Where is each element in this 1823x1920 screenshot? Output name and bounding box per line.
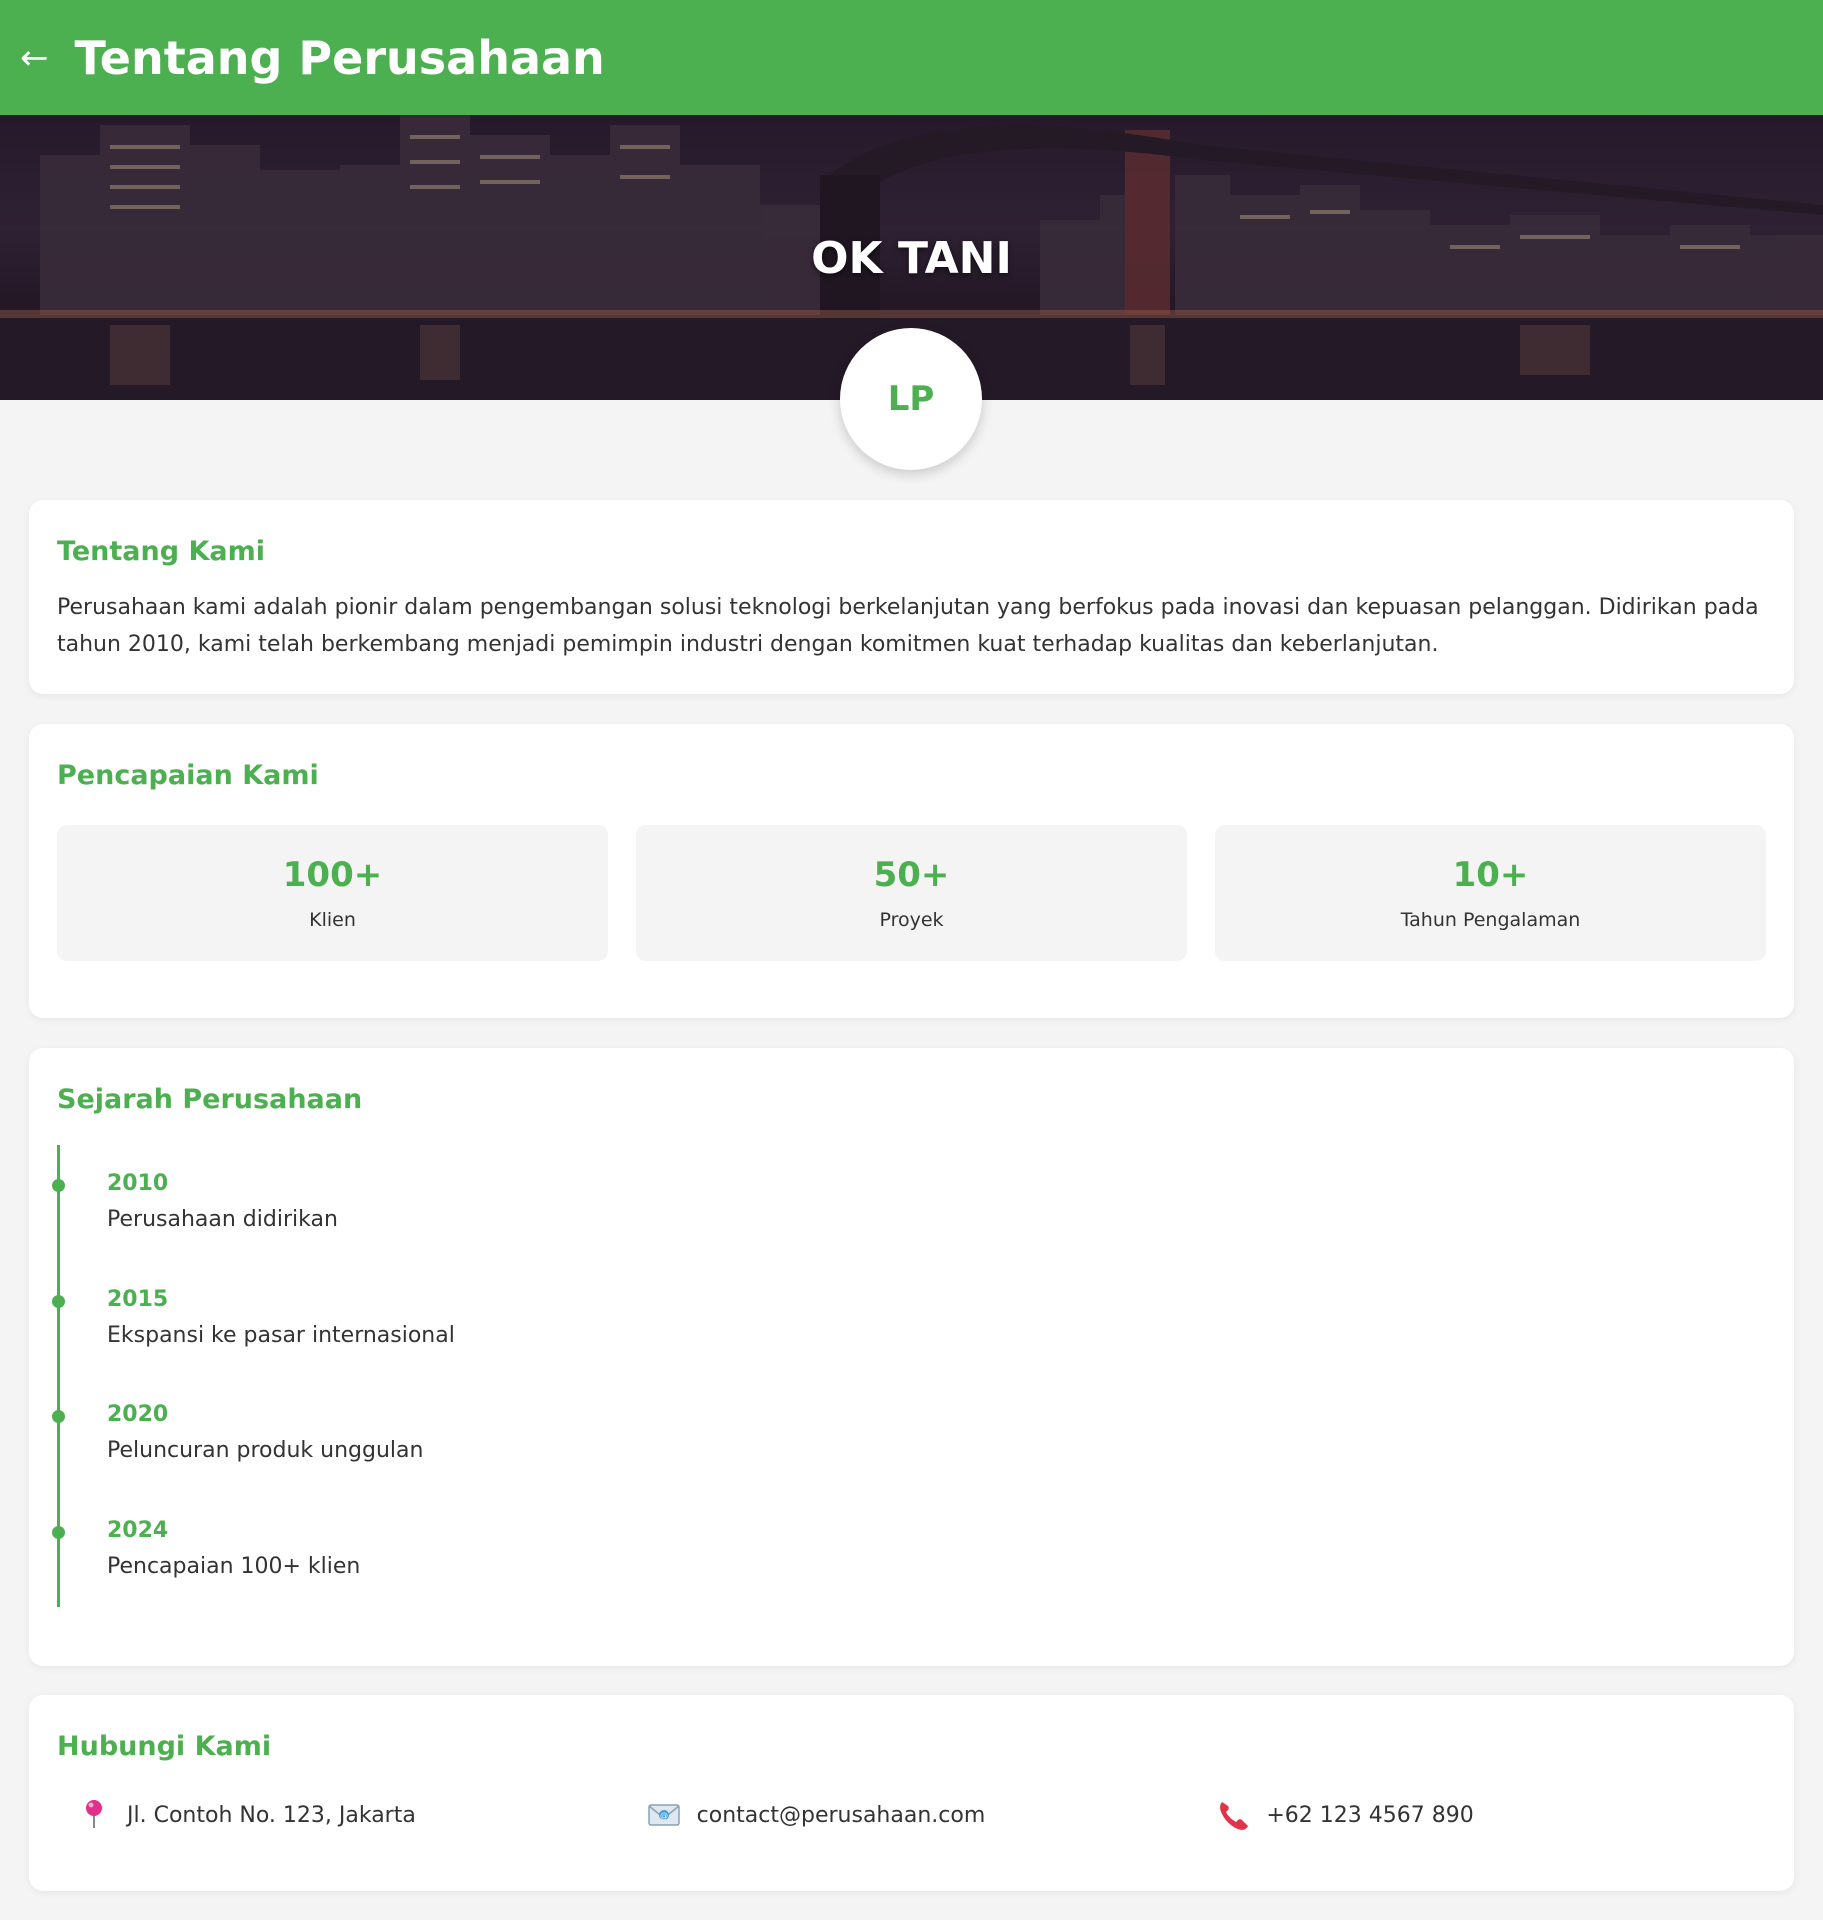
stats-row: 100+ Klien 50+ Proyek 10+ Tahun Pengalam… [57,825,1766,961]
contact-phone[interactable]: +62 123 4567 890 [1196,1798,1766,1832]
stat-value: 100+ [282,855,383,895]
history-title: Sejarah Perusahaan [57,1084,363,1115]
stat-card-clients: 100+ Klien [57,825,608,961]
phone-icon [1220,1802,1249,1830]
timeline-desc: Pencapaian 100+ klien [107,1554,361,1579]
timeline-year: 2024 [107,1518,169,1543]
timeline-year: 2020 [107,1402,169,1427]
timeline: 2010 Perusahaan didirikan 2015 Ekspansi … [52,1145,1766,1607]
stat-value: 10+ [1452,855,1529,895]
timeline-dot [52,1410,65,1423]
stat-card-experience: 10+ Tahun Pengalaman [1215,825,1766,961]
contact-card: Hubungi Kami Jl. Contoh No. 123, Jakarta… [29,1695,1794,1891]
app-header: ← Tentang Perusahaan [0,0,1823,115]
stat-label: Tahun Pengalaman [1400,909,1581,931]
page-title: Tentang Perusahaan [74,30,605,85]
contact-row: Jl. Contoh No. 123, Jakarta @ contact@pe… [57,1798,1766,1832]
timeline-year: 2010 [107,1171,169,1196]
svg-text:@: @ [660,1811,668,1820]
about-card: Tentang Kami Perusahaan kami adalah pion… [29,500,1794,694]
map-pin-icon [86,1800,102,1828]
about-title: Tentang Kami [57,536,265,567]
phone-text[interactable]: +62 123 4567 890 [1266,1803,1473,1828]
address-text: Jl. Contoh No. 123, Jakarta [127,1802,416,1828]
email-icon: @ [647,1804,680,1826]
timeline-desc: Ekspansi ke pasar internasional [107,1323,455,1348]
achievements-card: Pencapaian Kami 100+ Klien 50+ Proyek 10… [29,724,1794,1018]
history-card: Sejarah Perusahaan 2010 Perusahaan didir… [29,1048,1794,1666]
stat-card-projects: 50+ Proyek [636,825,1187,961]
company-name: OK TANI [811,233,1012,284]
timeline-dot [52,1526,65,1539]
company-logo: LP [840,328,982,470]
stat-label: Proyek [879,909,944,931]
contact-email[interactable]: @ contact@perusahaan.com [627,1798,1197,1832]
stat-label: Klien [309,909,356,931]
contact-title: Hubungi Kami [57,1731,272,1762]
about-text: Perusahaan kami adalah pionir dalam peng… [57,595,1759,657]
timeline-year: 2015 [107,1287,169,1312]
timeline-dot [52,1179,65,1192]
contact-address: Jl. Contoh No. 123, Jakarta [57,1798,627,1832]
back-arrow-icon[interactable]: ← [20,41,49,75]
achievements-title: Pencapaian Kami [57,760,319,791]
timeline-desc: Peluncuran produk unggulan [107,1438,424,1463]
email-text[interactable]: contact@perusahaan.com [697,1803,986,1828]
stat-value: 50+ [873,855,950,895]
timeline-desc: Perusahaan didirikan [107,1207,338,1232]
timeline-dot [52,1295,65,1308]
